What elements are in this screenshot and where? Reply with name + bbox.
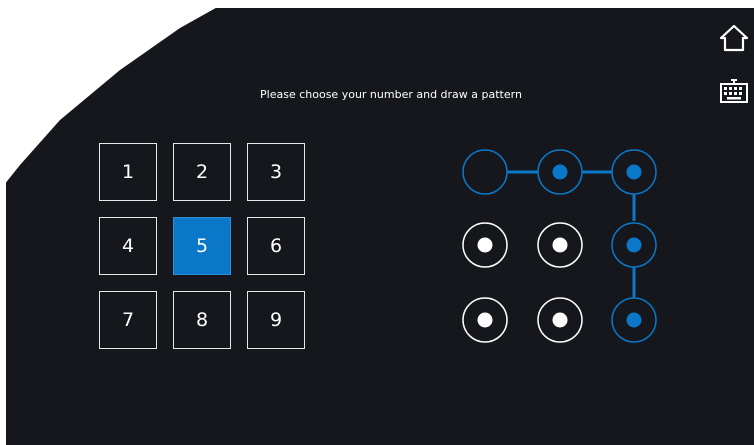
pattern-node-9[interactable] [611,297,657,343]
pattern-lock-screen: Please choose your number and draw a pat… [6,8,754,445]
keyboard-icon[interactable] [719,76,749,106]
pattern-node-6[interactable] [611,222,657,268]
pattern-node-8[interactable] [537,297,583,343]
pattern-grid [462,149,657,343]
pattern-node-2[interactable] [537,149,583,195]
pattern-node-4[interactable] [462,222,508,268]
pattern-node-1[interactable] [462,149,508,195]
pattern-node-7[interactable] [462,297,508,343]
pattern-node-5[interactable] [537,222,583,268]
pattern-node-3[interactable] [611,149,657,195]
home-icon[interactable] [719,23,749,53]
